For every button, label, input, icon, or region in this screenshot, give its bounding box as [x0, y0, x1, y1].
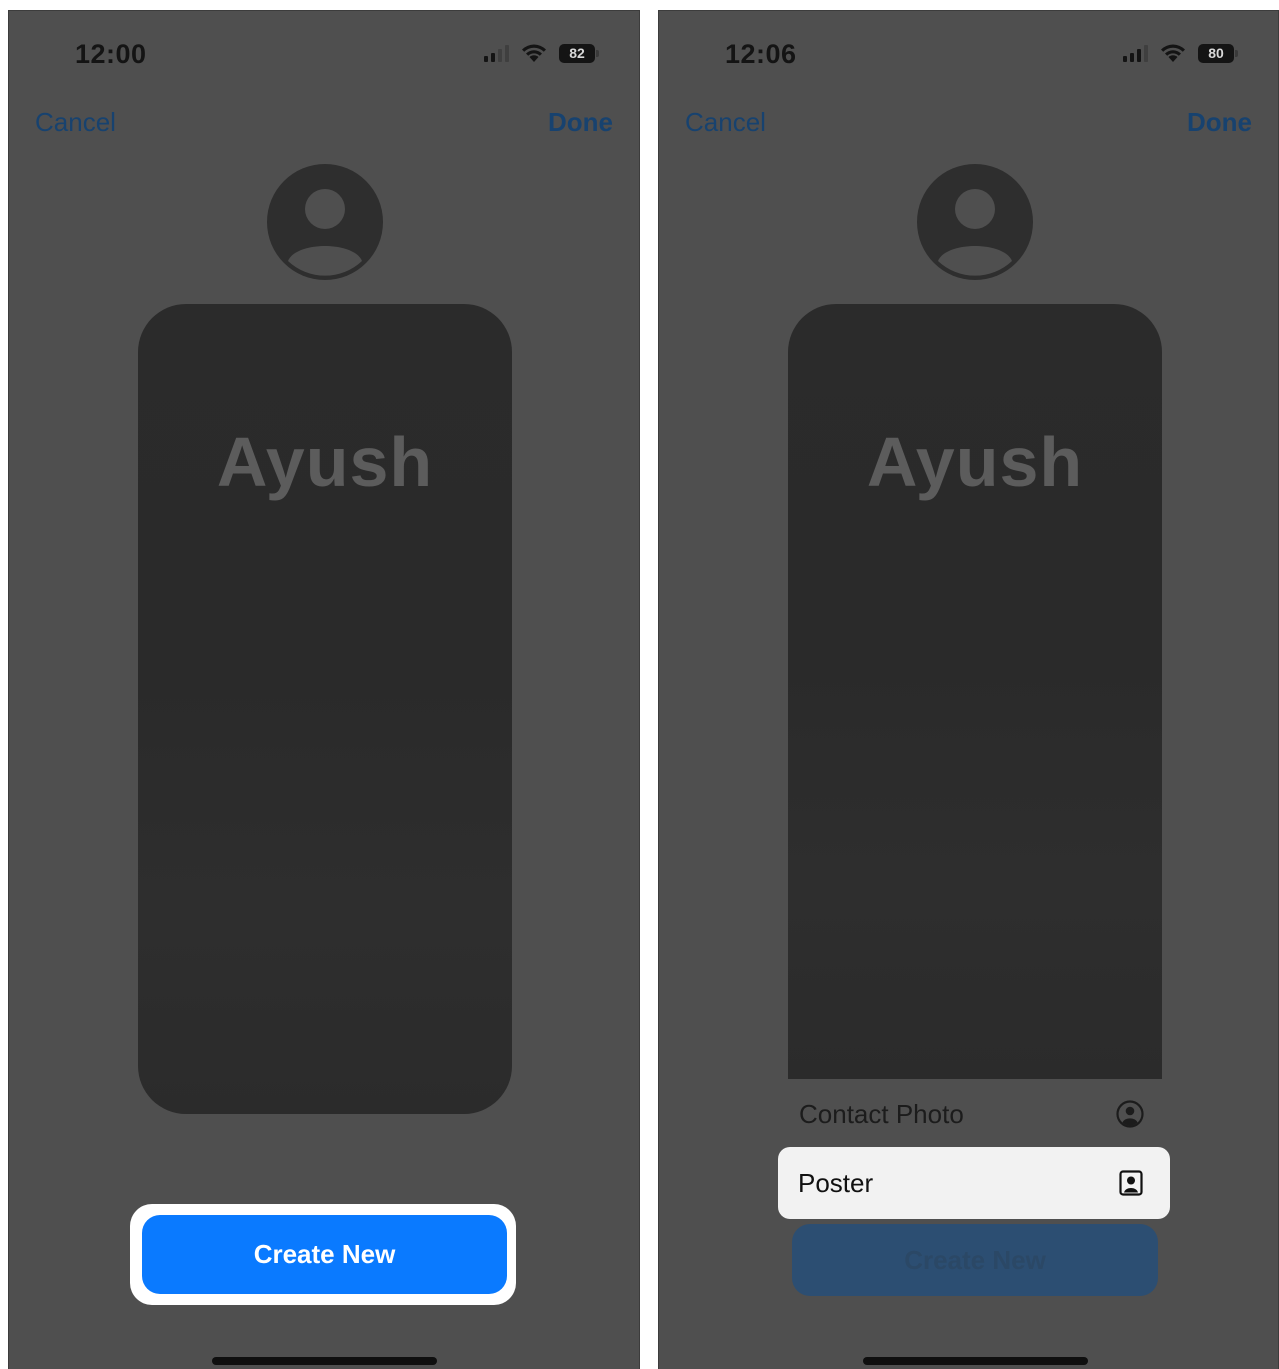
signal-icon	[1123, 44, 1148, 62]
done-button[interactable]: Done	[1187, 107, 1252, 138]
menu-item-poster[interactable]: Poster	[778, 1147, 1170, 1219]
done-button[interactable]: Done	[548, 107, 613, 138]
poster-preview: Ayush	[788, 304, 1162, 1079]
create-new-button: Create New	[792, 1224, 1158, 1296]
left-screen: 12:00 82 Cancel Done Ayush Create New	[8, 10, 640, 1369]
poster-name: Ayush	[866, 423, 1084, 501]
signal-icon	[484, 44, 509, 62]
contact-avatar-icon[interactable]	[916, 163, 1034, 281]
wifi-icon	[522, 44, 546, 62]
home-indicator[interactable]	[212, 1357, 437, 1365]
battery-icon: 82	[559, 43, 599, 63]
create-new-button[interactable]: Create New	[142, 1215, 507, 1294]
person-circle-icon	[1116, 1100, 1144, 1128]
contact-avatar-icon[interactable]	[266, 163, 384, 281]
status-icons: 82	[484, 43, 599, 63]
home-indicator[interactable]	[863, 1357, 1088, 1365]
person-square-icon	[1119, 1170, 1143, 1196]
wifi-icon	[1161, 44, 1185, 62]
status-time: 12:00	[75, 39, 147, 69]
menu-item-contact-photo[interactable]: Contact Photo	[779, 1079, 1169, 1149]
cancel-button[interactable]: Cancel	[685, 107, 766, 138]
menu-item-label: Contact Photo	[799, 1098, 964, 1129]
status-time: 12:06	[725, 39, 797, 69]
status-icons: 80	[1123, 43, 1238, 63]
menu-item-label: Poster	[798, 1167, 874, 1198]
battery-icon: 80	[1198, 43, 1238, 63]
right-screen: 12:06 80 Cancel Done Ayush Create New Co…	[658, 10, 1279, 1369]
poster-name: Ayush	[216, 423, 434, 501]
poster-preview[interactable]: Ayush	[138, 304, 512, 1114]
cancel-button[interactable]: Cancel	[35, 107, 116, 138]
